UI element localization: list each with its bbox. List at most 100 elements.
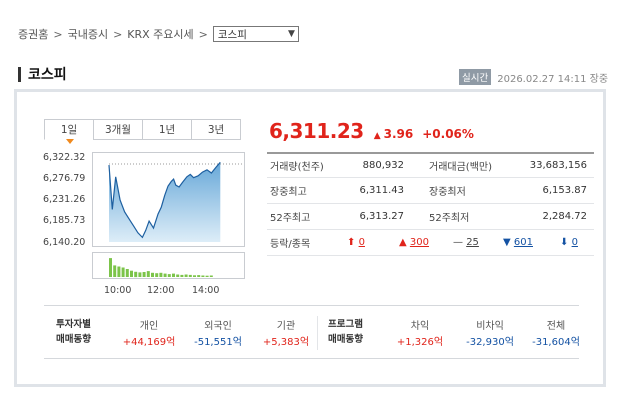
day-high-value: 6,311.43 [359, 185, 404, 196]
investor-group-label: 투자자별 매매동향 [56, 317, 91, 347]
w52-high-label: 52주최고 [270, 213, 311, 224]
y-tick-label: 6,140.20 [43, 237, 86, 248]
amount-label: 거래대금(백만) [429, 162, 493, 173]
tab-3month[interactable]: 3개월 [93, 119, 143, 140]
breadcrumb-separator-icon: > [113, 27, 123, 41]
program-col-head: 비차익 [476, 321, 504, 332]
investor-col-value: -51,551억 [194, 337, 242, 348]
volume-bar [209, 275, 213, 277]
period-tabs: 1일 3개월 1년 3년 [44, 119, 241, 140]
rise-link[interactable]: 300 [410, 237, 429, 248]
volume-bar [130, 270, 133, 277]
volume-bar [167, 274, 171, 277]
volume-bar [193, 275, 196, 277]
volume-bar [117, 266, 121, 277]
index-panel: 1일 3개월 1년 3년 6,322.32 6,276.79 6,231.26 … [14, 89, 606, 387]
volume-bar [176, 274, 180, 277]
breadcrumb-item-domestic[interactable]: 국내증시 [68, 26, 108, 42]
dash-icon: — [453, 237, 463, 248]
breadcrumb-item-home[interactable]: 증권홈 [18, 26, 48, 42]
active-tab-indicator-icon [66, 139, 74, 144]
breadcrumb-item-krx[interactable]: KRX 주요시세 [127, 26, 193, 42]
x-tick-label: 14:00 [192, 285, 220, 296]
upper-limit-link[interactable]: 0 [359, 237, 365, 248]
index-select[interactable]: 코스피 ▼ [212, 26, 299, 42]
volume-bar [138, 272, 142, 277]
investor-col-value: +44,169억 [122, 337, 176, 348]
price-change-pct: +0.06% [422, 127, 474, 141]
trading-trends: 투자자별 매매동향 개인 +44,169억 외국인 -51,551억 기관 +5… [44, 305, 580, 359]
volume-bar [163, 273, 167, 277]
volume-bar [109, 258, 112, 277]
y-tick-label: 6,185.73 [43, 215, 86, 226]
day-low-label: 장중최저 [429, 187, 466, 198]
volume-bar [201, 275, 205, 277]
day-low-value: 6,153.87 [542, 185, 587, 196]
realtime-info: 실시간 2026.02.27 14:11 장중 [459, 69, 608, 85]
y-tick-label: 6,231.26 [43, 194, 86, 205]
down-triangle-icon: ▼ [503, 237, 511, 248]
quote-row: 6,311.23 ▲ 3.96 +0.06% [269, 119, 474, 143]
volume-bar [151, 272, 154, 277]
volume-bar [180, 274, 184, 277]
arrow-up-icon: ⬆ [347, 237, 356, 248]
volume-bar [172, 273, 175, 277]
divider [317, 316, 318, 350]
upper-limit: ⬆ 0 [347, 237, 365, 248]
w52-high-value: 6,313.27 [359, 211, 404, 222]
unchanged-link[interactable]: 25 [466, 237, 479, 248]
volume-bar [146, 271, 150, 277]
volume-bar [142, 272, 146, 277]
y-tick-label: 6,276.79 [43, 173, 86, 184]
volume-bar [134, 271, 138, 278]
w52-low-value: 2,284.72 [542, 211, 587, 222]
investor-col-value: +5,383억 [262, 337, 310, 348]
volume-label: 거래량(천주) [270, 162, 324, 173]
price-change: ▲ 3.96 [374, 127, 414, 141]
program-group-label-line1: 프로그램 [328, 319, 363, 330]
breadcrumb: 증권홈 > 국내증시 > KRX 주요시세 > 코스피 ▼ [18, 26, 299, 42]
program-col-value: +1,326억 [396, 337, 444, 348]
amount-value: 33,683,156 [529, 160, 587, 171]
day-high-label: 장중최고 [270, 187, 307, 198]
up-triangle-icon: ▲ [373, 131, 381, 141]
lower-limit-link[interactable]: 0 [572, 237, 578, 248]
intraday-chart [92, 152, 245, 247]
breadcrumb-separator-icon: > [198, 27, 208, 41]
fall-link[interactable]: 601 [514, 237, 533, 248]
page-title-wrap: 코스피 [18, 64, 67, 84]
price-chart-svg [108, 161, 242, 242]
rise: ▲ 300 [399, 237, 429, 248]
y-tick-label: 6,322.32 [43, 152, 86, 163]
w52-low-label: 52주최저 [429, 213, 470, 224]
title-marker [18, 66, 21, 82]
stats-row: 거래량(천주) 880,932 거래대금(백만) 33,683,156 [267, 152, 594, 178]
price-area [109, 162, 221, 242]
volume-bar [205, 275, 209, 277]
program-group-label-line2: 매매동향 [328, 334, 363, 345]
program-col-value: -31,604억 [532, 337, 580, 348]
volume-bar [184, 274, 188, 277]
volume-chart [92, 252, 245, 279]
stats-row: 52주최고 6,313.27 52주최저 2,284.72 [267, 204, 594, 230]
fall: ▼ 601 [503, 237, 533, 248]
breadcrumb-separator-icon: > [53, 27, 63, 41]
tab-3year[interactable]: 3년 [191, 119, 241, 140]
page-title: 코스피 [28, 67, 67, 83]
lower-limit: ⬇ 0 [560, 237, 578, 248]
volume-value: 880,932 [362, 160, 404, 171]
price-change-value: 3.96 [383, 127, 414, 141]
stats-row-advance-decline: 등락/종목 ⬆ 0 ▲ 300 — 25 ▼ 601 ⬇ 0 [267, 230, 594, 256]
volume-bar [197, 275, 201, 277]
investor-group-label-line2: 매매동향 [56, 334, 91, 345]
up-triangle-icon: ▲ [399, 237, 407, 248]
stats-row: 장중최고 6,311.43 장중최저 6,153.87 [267, 178, 594, 204]
program-col-head: 차익 [410, 321, 430, 332]
arrow-down-icon: ⬇ [560, 237, 569, 248]
chevron-down-icon: ▼ [287, 29, 295, 39]
update-datetime: 2026.02.27 14:11 장중 [497, 73, 609, 85]
realtime-badge: 실시간 [459, 69, 492, 85]
adv-label: 등락/종목 [270, 239, 311, 250]
tab-1year[interactable]: 1년 [142, 119, 192, 140]
tab-1day[interactable]: 1일 [44, 119, 94, 140]
